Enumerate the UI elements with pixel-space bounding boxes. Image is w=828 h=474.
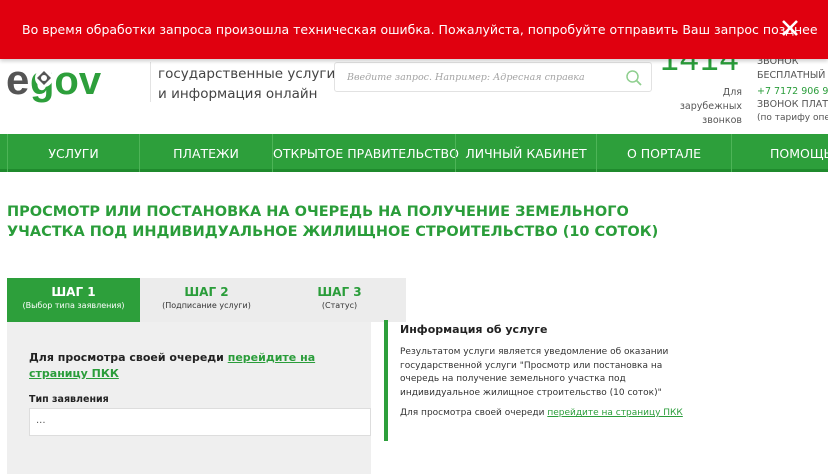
step-2-tab[interactable]: Шаг 2 (Подписание услуги) [140,278,273,322]
tagline: государственные услуги и информация онла… [158,64,335,104]
service-info-link-prefix: Для просмотра своей очереди [400,408,545,418]
application-type-select[interactable]: ... [29,408,371,436]
main-nav: Услуги Платежи Открытое правительство Ли… [0,134,828,172]
free-call-label: звонок бесплатный [757,55,825,83]
search-box [334,62,652,92]
application-type-label: Тип заявления [29,394,109,405]
paid-phone-number[interactable]: +7 7172 906 984 [757,86,828,97]
queue-text: Для просмотра своей очереди перейдите на… [29,350,359,382]
tagline-line1: государственные услуги [158,66,336,82]
nav-item-services[interactable]: Услуги [7,134,139,172]
nav-item-about-portal[interactable]: О портале [596,134,731,172]
step-subtitle: (Статус) [321,301,358,310]
search-icon[interactable] [625,69,643,87]
egov-logo[interactable]: e gov [6,56,146,106]
free-call-line2: бесплатный [757,70,826,81]
steps-bar: Шаг 1 (Выбор типа заявления) Шаг 2 (Подп… [7,278,406,331]
close-icon[interactable] [780,18,800,38]
hotline-note: Для зарубежных звонков [679,87,742,126]
step-3-tab[interactable]: Шаг 3 (Статус) [273,278,406,322]
service-info-title: Информация об услуге [400,323,548,336]
step-title: Шаг 1 [51,285,96,299]
logo-divider [150,62,151,102]
service-info-box: Информация об услуге Результатом услуги … [384,320,704,441]
nav-item-open-government[interactable]: Открытое правительство [272,134,459,172]
nav-item-payments[interactable]: Платежи [139,134,272,172]
queue-text-prefix: Для просмотра своей очереди [29,351,224,364]
step-subtitle: (Выбор типа заявления) [22,301,125,310]
paid-call-note: (по тарифу оператора) [757,113,828,123]
paid-call-label: звонок платный [757,99,828,110]
svg-text:e: e [6,56,29,103]
service-info-link-line: Для просмотра своей очереди перейдите на… [400,408,683,418]
nav-item-personal-cabinet[interactable]: Личный кабинет [455,134,596,172]
search-input[interactable] [347,68,617,86]
step-title: Шаг 2 [184,285,229,299]
error-banner: Во время обработки запроса произошла тех… [0,0,828,59]
step-title: Шаг 3 [317,285,362,299]
form-panel: Для просмотра своей очереди перейдите на… [7,322,371,474]
service-info-pkk-link[interactable]: перейдите на страницу ПКК [547,408,683,418]
step-1-tab[interactable]: Шаг 1 (Выбор типа заявления) [7,278,140,322]
nav-item-help[interactable]: Помощь [731,134,828,172]
page-title: Просмотр или постановка на очередь на по… [7,204,659,240]
step-subtitle: (Подписание услуги) [162,301,251,310]
error-message: Во время обработки запроса произошла тех… [22,22,818,37]
tagline-line2: и информация онлайн [158,86,318,102]
service-info-text: Результатом услуги является уведомление … [400,347,669,398]
